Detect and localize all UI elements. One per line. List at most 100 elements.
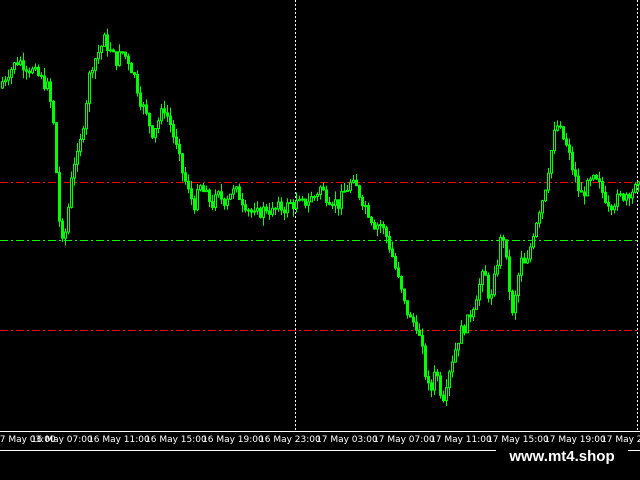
candle-body-bear — [523, 257, 526, 264]
candle-body-bull — [88, 72, 91, 105]
candle-body-bear — [580, 190, 583, 193]
candle-body-bear — [511, 290, 514, 314]
candle-body-bull — [346, 189, 349, 192]
candle-body-bear — [184, 172, 187, 182]
candle-body-bull — [616, 193, 619, 207]
candle-body-bull — [31, 68, 34, 74]
candle-body-bear — [508, 256, 511, 292]
candle-body-bear — [463, 325, 466, 334]
candle-body-bear — [139, 92, 142, 107]
candle-body-bear — [304, 198, 307, 206]
candle-body-bull — [493, 273, 496, 296]
candle-body-bear — [124, 51, 127, 57]
candle-body-bear — [406, 300, 409, 316]
candle-body-bear — [622, 193, 625, 201]
candle-body-bear — [16, 62, 19, 66]
candle-body-bull — [73, 163, 76, 179]
candle-body-bear — [22, 60, 25, 71]
candle-body-bull — [451, 361, 454, 373]
candle-body-bull — [298, 198, 301, 202]
candle-body-bull — [235, 186, 238, 190]
candle-body-bull — [157, 120, 160, 130]
candle-body-bear — [178, 143, 181, 155]
candle-body-bull — [514, 294, 517, 314]
candle-body-bull — [79, 139, 82, 152]
candle-body-bear — [136, 73, 139, 94]
candle-body-bear — [280, 201, 283, 211]
candle-body-bull — [196, 189, 199, 211]
candle-body-bear — [325, 189, 328, 203]
candle-body-bull — [289, 202, 292, 205]
candle-body-bear — [394, 256, 397, 269]
candle-body-bear — [409, 314, 412, 318]
candle-body-bull — [97, 52, 100, 60]
candle-body-bear — [427, 375, 430, 384]
candle-body-bear — [469, 314, 472, 318]
candle-body-bear — [505, 239, 508, 258]
candle-body-bear — [565, 138, 568, 146]
candle-body-bear — [145, 104, 148, 114]
candle-body-bull — [457, 342, 460, 351]
candle-body-bear — [382, 224, 385, 229]
candle-body-bear — [115, 51, 118, 66]
candle-body-bull — [46, 81, 49, 90]
candle-body-bull — [271, 207, 274, 215]
candle-body-bear — [403, 288, 406, 302]
candle-body-bear — [568, 144, 571, 153]
candle-body-bull — [277, 201, 280, 210]
candle-body-bear — [193, 198, 196, 211]
candle-body-bull — [634, 183, 637, 193]
candle-body-bull — [466, 314, 469, 334]
candle-body-bear — [265, 206, 268, 212]
candle-body-bull — [340, 191, 343, 209]
candle-body-bull — [490, 294, 493, 299]
candle-body-bear — [442, 394, 445, 402]
price-chart[interactable]: 17 May 03:00 16 May 07:00 16 May 11:00 1… — [0, 0, 640, 480]
time-label: 16 May 11:00 — [88, 435, 150, 445]
candle-body-bull — [262, 206, 265, 218]
candle-body-bull — [529, 246, 532, 260]
candle-body-bear — [112, 49, 115, 53]
candle-body-bear — [58, 172, 61, 222]
chart-window[interactable]: 17 May 03:00 16 May 07:00 16 May 11:00 1… — [0, 0, 640, 480]
candle-body-bull — [547, 172, 550, 191]
candle-body-bull — [199, 185, 202, 191]
candle-body-bull — [256, 207, 259, 212]
candle-body-bull — [550, 150, 553, 174]
candle-body-bull — [10, 69, 13, 78]
candle-body-bear — [133, 72, 136, 75]
candle-body-bull — [460, 325, 463, 344]
candle-body-bull — [343, 190, 346, 193]
candle-body-bull — [526, 258, 529, 264]
candle-body-bear — [487, 274, 490, 299]
candle-body-bull — [556, 125, 559, 131]
candle-body-bull — [85, 103, 88, 130]
candle-body-bull — [448, 371, 451, 389]
candle-body-bull — [217, 191, 220, 196]
candle-body-bull — [82, 128, 85, 141]
candle-body-bear — [130, 62, 133, 74]
candle-body-bull — [307, 201, 310, 206]
candle-body-bear — [283, 209, 286, 214]
candle-body-bull — [364, 205, 367, 208]
candle-body-bull — [7, 76, 10, 81]
candle-body-bear — [415, 321, 418, 331]
candle-body-bull — [589, 178, 592, 181]
candle-body-bear — [355, 179, 358, 187]
candle-body-bull — [313, 195, 316, 198]
candle-body-bear — [361, 196, 364, 207]
watermark-logo: www.mt4.shop — [496, 444, 628, 470]
candle-body-bear — [430, 382, 433, 391]
candle-body-bull — [91, 69, 94, 74]
candle-body-bull — [535, 222, 538, 237]
candle-body-bull — [586, 179, 589, 197]
candle-body-bull — [67, 206, 70, 233]
candle-body-bull — [433, 371, 436, 391]
candle-body-bear — [337, 199, 340, 209]
candle-body-bear — [358, 185, 361, 198]
candle-body-bull — [553, 129, 556, 152]
candle-body-bear — [412, 316, 415, 323]
candle-body-bull — [76, 150, 79, 165]
candle-body-bear — [388, 235, 391, 250]
candle-body-bear — [190, 188, 193, 200]
